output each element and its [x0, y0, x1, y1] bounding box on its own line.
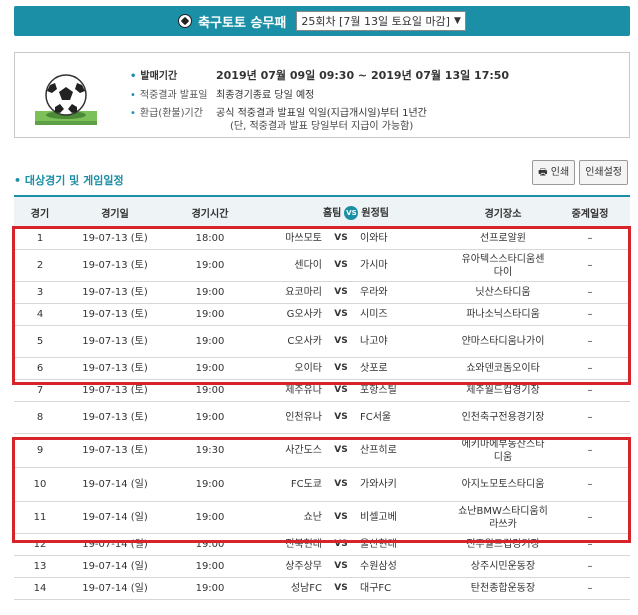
vs-label: VS: [328, 401, 354, 434]
result-date-label: 적중결과 발표일: [130, 86, 216, 101]
away-team: 대구FC: [354, 577, 456, 600]
match-number: 14: [14, 577, 66, 600]
soccer-ball-icon: [178, 14, 193, 28]
page-title: 축구토토 승무패: [198, 15, 287, 31]
col-header-teams: 홈팀 VS 원정팀: [256, 195, 456, 228]
print-button[interactable]: 🖶 인쇄: [532, 160, 576, 185]
table-row: 14 19-07-14 (일) 19:00 성남FC VS 대구FC 탄천종합운동장 –: [14, 577, 630, 600]
sale-period-row: 발매기간 2019년 07월 09일 09:30 ~ 2019년 07월 13일…: [130, 67, 509, 83]
away-team: FC서울: [354, 401, 456, 434]
col-header-date: 경기일: [66, 195, 164, 228]
table-row: 13 19-07-14 (일) 19:00 상주상무 VS 수원삼성 상주시민운동장 –: [14, 555, 630, 578]
home-team: 성남FC: [256, 577, 328, 600]
dropdown-arrow-icon: ▼: [453, 16, 461, 26]
match-number: 8: [14, 401, 66, 434]
vs-label: VS: [328, 577, 354, 600]
col-header-time: 경기시간: [164, 195, 256, 228]
refund-period-label: 환급(환불)기간: [130, 104, 216, 119]
col-header-broadcast: 중계일정: [550, 195, 630, 228]
table-row: 8 19-07-13 (토) 19:00 인천유나 VS FC서울 인천축구전용경기장 –: [14, 401, 630, 434]
round-select-value: 25회차 [7월 13일 토요일 마감]: [301, 15, 450, 28]
venue: 상주시민운동장: [456, 555, 550, 578]
col-header-no: 경기: [14, 195, 66, 228]
match-time: 19:00: [164, 577, 256, 600]
col-header-venue: 경기장소: [456, 195, 550, 228]
venue: 탄천종합운동장: [456, 577, 550, 600]
sale-info-box: 발매기간 2019년 07월 09일 09:30 ~ 2019년 07월 13일…: [14, 52, 630, 138]
print-button-label: 인쇄: [550, 167, 570, 178]
result-date-value: 최종경기종료 당일 예정: [216, 90, 315, 101]
soccer-ball-icon: [35, 74, 97, 125]
print-settings-button[interactable]: 인쇄설정: [579, 160, 628, 185]
match-time: 19:00: [164, 555, 256, 578]
vs-badge-icon: VS: [344, 206, 359, 220]
refund-note: (단, 적중결과 발표 당일부터 지급이 가능함): [230, 121, 414, 132]
venue: 인천축구전용경기장: [456, 401, 550, 434]
home-team: 상주상무: [256, 555, 328, 578]
home-team: 인천유나: [256, 401, 328, 434]
match-date: 19-07-13 (토): [66, 401, 164, 434]
highlight-box-1: [12, 226, 631, 385]
section-title: • 대상경기 및 게임일정: [14, 174, 124, 187]
sale-period-value: 2019년 07월 09일 09:30 ~ 2019년 07월 13일 17:5…: [216, 69, 510, 82]
col-header-home: 홈팀: [322, 208, 342, 219]
match-time: 19:00: [164, 401, 256, 434]
broadcast: –: [550, 577, 630, 600]
broadcast: –: [550, 555, 630, 578]
col-header-away: 원정팀: [361, 208, 389, 219]
away-team: 수원삼성: [354, 555, 456, 578]
table-header-row: 경기 경기일 경기시간 홈팀 VS 원정팀 경기장소 중계일정: [14, 195, 630, 228]
result-date-row: 적중결과 발표일 최종경기종료 당일 예정: [130, 86, 314, 101]
broadcast: –: [550, 401, 630, 434]
vs-label: VS: [328, 555, 354, 578]
title-bar: 축구토토 승무패 25회차 [7월 13일 토요일 마감] ▼: [14, 6, 630, 36]
round-select[interactable]: 25회차 [7월 13일 토요일 마감] ▼: [296, 11, 466, 31]
match-date: 19-07-14 (일): [66, 577, 164, 600]
match-date: 19-07-14 (일): [66, 555, 164, 578]
highlight-box-2: [12, 437, 631, 543]
sale-period-label: 발매기간: [130, 67, 216, 83]
print-buttons: 🖶 인쇄 인쇄설정: [532, 160, 628, 185]
match-number: 13: [14, 555, 66, 578]
